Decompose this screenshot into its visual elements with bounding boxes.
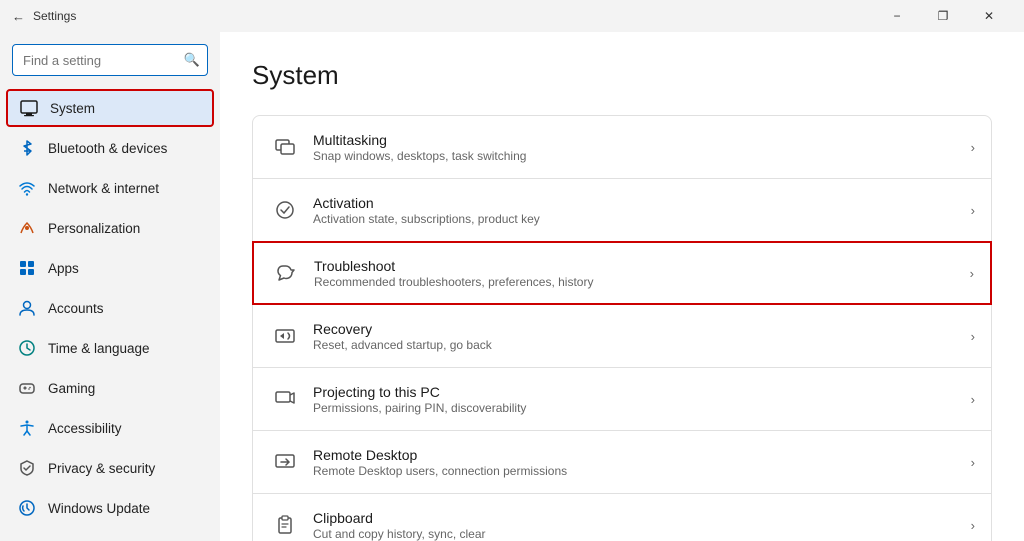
- sidebar-label-accounts: Accounts: [48, 301, 104, 316]
- item-text-remote-desktop: Remote Desktop Remote Desktop users, con…: [301, 447, 971, 478]
- chevron-icon-remote-desktop: ›: [971, 455, 975, 470]
- settings-item-recovery[interactable]: Recovery Reset, advanced startup, go bac…: [252, 304, 992, 368]
- gaming-icon: [18, 379, 36, 397]
- recovery-icon: [269, 325, 301, 347]
- search-icon: 🔍: [184, 52, 200, 68]
- settings-item-remote-desktop[interactable]: Remote Desktop Remote Desktop users, con…: [252, 430, 992, 494]
- settings-item-multitasking[interactable]: Multitasking Snap windows, desktops, tas…: [252, 115, 992, 179]
- sidebar-label-accessibility: Accessibility: [48, 421, 122, 436]
- item-text-multitasking: Multitasking Snap windows, desktops, tas…: [301, 132, 971, 163]
- sidebar-item-personalization[interactable]: Personalization: [6, 209, 214, 247]
- item-title-clipboard: Clipboard: [313, 510, 971, 526]
- search-container: 🔍: [12, 44, 208, 76]
- projecting-icon: [269, 388, 301, 410]
- content-area: System Multitasking Snap windows, deskto…: [220, 32, 1024, 541]
- troubleshoot-icon: [270, 262, 302, 284]
- sidebar-label-system: System: [50, 101, 95, 116]
- back-icon[interactable]: ←: [12, 9, 25, 24]
- sidebar-label-personalization: Personalization: [48, 221, 140, 236]
- sidebar-label-windows-update: Windows Update: [48, 501, 150, 516]
- settings-list: Multitasking Snap windows, desktops, tas…: [252, 115, 992, 541]
- sidebar-label-network: Network & internet: [48, 181, 159, 196]
- titlebar-controls: − ❐ ✕: [874, 0, 1012, 32]
- item-subtitle-troubleshoot: Recommended troubleshooters, preferences…: [314, 275, 970, 289]
- system-icon: [20, 99, 38, 117]
- item-title-activation: Activation: [313, 195, 971, 211]
- chevron-icon-recovery: ›: [971, 329, 975, 344]
- page-title: System: [252, 60, 992, 91]
- windows-update-icon: [18, 499, 36, 517]
- settings-item-activation[interactable]: Activation Activation state, subscriptio…: [252, 178, 992, 242]
- search-input[interactable]: [12, 44, 208, 76]
- accounts-icon: [18, 299, 36, 317]
- item-subtitle-projecting: Permissions, pairing PIN, discoverabilit…: [313, 401, 971, 415]
- network-icon: [18, 179, 36, 197]
- sidebar-label-apps: Apps: [48, 261, 79, 276]
- chevron-icon-clipboard: ›: [971, 518, 975, 533]
- item-text-activation: Activation Activation state, subscriptio…: [301, 195, 971, 226]
- item-title-multitasking: Multitasking: [313, 132, 971, 148]
- privacy-icon: [18, 459, 36, 477]
- remote-desktop-icon: [269, 451, 301, 473]
- clipboard-icon: [269, 514, 301, 536]
- accessibility-icon: [18, 419, 36, 437]
- sidebar-item-system[interactable]: System: [6, 89, 214, 127]
- sidebar-label-time: Time & language: [48, 341, 150, 356]
- sidebar-item-accessibility[interactable]: Accessibility: [6, 409, 214, 447]
- item-subtitle-clipboard: Cut and copy history, sync, clear: [313, 527, 971, 541]
- sidebar-item-gaming[interactable]: Gaming: [6, 369, 214, 407]
- titlebar-left: ← Settings: [12, 9, 76, 24]
- chevron-icon-troubleshoot: ›: [970, 266, 974, 281]
- settings-item-projecting[interactable]: Projecting to this PC Permissions, pairi…: [252, 367, 992, 431]
- chevron-icon-multitasking: ›: [971, 140, 975, 155]
- item-text-troubleshoot: Troubleshoot Recommended troubleshooters…: [302, 258, 970, 289]
- bluetooth-icon: [18, 139, 36, 157]
- item-title-troubleshoot: Troubleshoot: [314, 258, 970, 274]
- personalization-icon: [18, 219, 36, 237]
- item-text-recovery: Recovery Reset, advanced startup, go bac…: [301, 321, 971, 352]
- item-subtitle-multitasking: Snap windows, desktops, task switching: [313, 149, 971, 163]
- minimize-button[interactable]: −: [874, 0, 920, 32]
- sidebar-label-bluetooth: Bluetooth & devices: [48, 141, 167, 156]
- sidebar-item-accounts[interactable]: Accounts: [6, 289, 214, 327]
- item-subtitle-activation: Activation state, subscriptions, product…: [313, 212, 971, 226]
- titlebar: ← Settings − ❐ ✕: [0, 0, 1024, 32]
- multitasking-icon: [269, 136, 301, 158]
- item-text-projecting: Projecting to this PC Permissions, pairi…: [301, 384, 971, 415]
- item-subtitle-recovery: Reset, advanced startup, go back: [313, 338, 971, 352]
- sidebar-label-privacy: Privacy & security: [48, 461, 155, 476]
- item-text-clipboard: Clipboard Cut and copy history, sync, cl…: [301, 510, 971, 541]
- sidebar-item-network[interactable]: Network & internet: [6, 169, 214, 207]
- titlebar-title: Settings: [33, 9, 76, 23]
- item-title-projecting: Projecting to this PC: [313, 384, 971, 400]
- item-subtitle-remote-desktop: Remote Desktop users, connection permiss…: [313, 464, 971, 478]
- app-body: 🔍 System Bluetooth & devices: [0, 32, 1024, 541]
- chevron-icon-activation: ›: [971, 203, 975, 218]
- sidebar-item-apps[interactable]: Apps: [6, 249, 214, 287]
- activation-icon: [269, 199, 301, 221]
- apps-icon: [18, 259, 36, 277]
- sidebar-item-bluetooth[interactable]: Bluetooth & devices: [6, 129, 214, 167]
- settings-item-troubleshoot[interactable]: Troubleshoot Recommended troubleshooters…: [252, 241, 992, 305]
- close-button[interactable]: ✕: [966, 0, 1012, 32]
- settings-item-clipboard[interactable]: Clipboard Cut and copy history, sync, cl…: [252, 493, 992, 541]
- sidebar-item-privacy[interactable]: Privacy & security: [6, 449, 214, 487]
- sidebar: 🔍 System Bluetooth & devices: [0, 32, 220, 541]
- chevron-icon-projecting: ›: [971, 392, 975, 407]
- item-title-recovery: Recovery: [313, 321, 971, 337]
- sidebar-item-windows-update[interactable]: Windows Update: [6, 489, 214, 527]
- restore-button[interactable]: ❐: [920, 0, 966, 32]
- sidebar-item-time[interactable]: Time & language: [6, 329, 214, 367]
- item-title-remote-desktop: Remote Desktop: [313, 447, 971, 463]
- sidebar-label-gaming: Gaming: [48, 381, 95, 396]
- time-icon: [18, 339, 36, 357]
